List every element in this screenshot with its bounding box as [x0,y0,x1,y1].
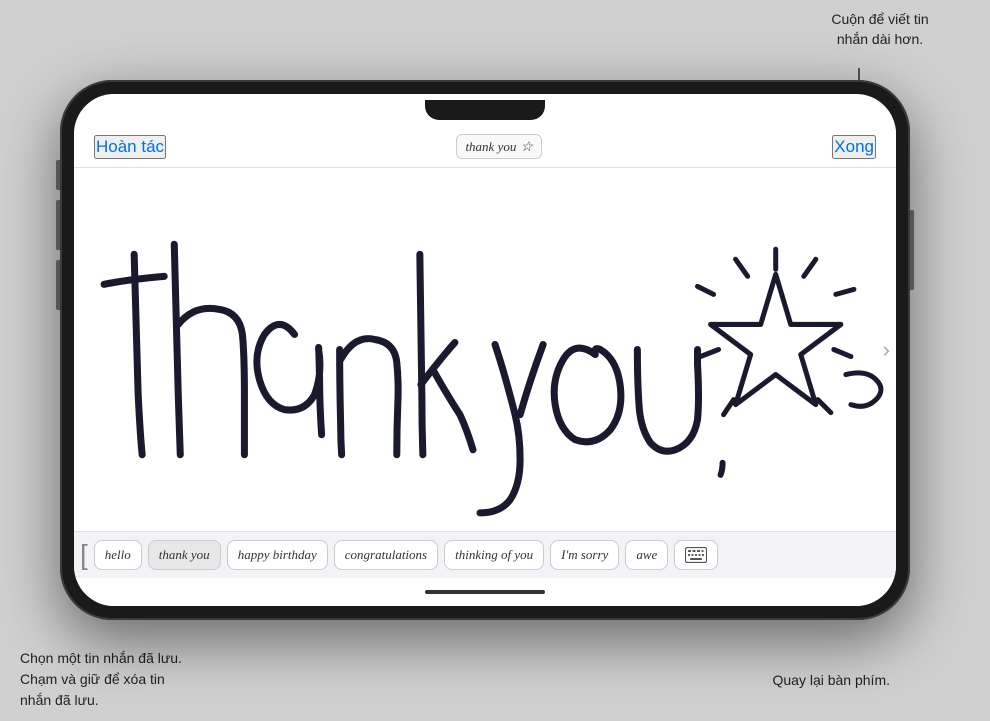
callout-bottom-left: Chọn một tin nhắn đã lưu. Chạm và giữ để… [20,648,220,711]
preview-box: thank you ☆ [456,134,541,159]
side-button-power [910,210,914,290]
preview-area: thank you ☆ [456,134,541,159]
preset-congratulations[interactable]: congratulations [334,540,438,570]
home-indicator [425,590,545,594]
preset-bar: [ hello thank you happy birthday congrat… [74,531,896,578]
preset-thank-you[interactable]: thank you [148,540,221,570]
done-button[interactable]: Xong [832,135,876,159]
handwriting-svg [74,168,896,531]
message-header: Hoàn tác thank you ☆ Xong [74,126,896,168]
next-page-arrow[interactable]: › [883,337,890,363]
phone-bottom-bar [74,578,896,606]
preview-text: thank you [465,139,516,155]
handwriting-canvas[interactable]: › [74,168,896,531]
callout-top-right: Cuộn để viết tin nhắn dài hơn. [790,10,970,49]
phone-notch [425,100,545,120]
preview-star-icon: ☆ [520,138,533,155]
side-button-vol-down [56,260,60,310]
phone-screen: Hoàn tác thank you ☆ Xong [74,94,896,606]
keyboard-button[interactable] [674,540,718,570]
scene: Cuộn để viết tin nhắn dài hơn. Chọn một … [0,0,990,721]
callout-bottom-right: Quay lại bàn phím. [772,671,890,691]
preset-thinking-of-you[interactable]: thinking of you [444,540,544,570]
phone-frame: Hoàn tác thank you ☆ Xong [60,80,910,620]
side-button-vol-up [56,200,60,250]
preset-happy-birthday[interactable]: happy birthday [227,540,328,570]
keyboard-icon [685,547,707,563]
preset-im-sorry[interactable]: I'm sorry [550,540,619,570]
bracket-icon: [ [80,541,88,569]
preset-hello[interactable]: hello [94,540,142,570]
preset-awe[interactable]: awe [625,540,668,570]
undo-button[interactable]: Hoàn tác [94,135,166,159]
side-button-mute [56,160,60,190]
phone-top-bar [74,94,896,126]
